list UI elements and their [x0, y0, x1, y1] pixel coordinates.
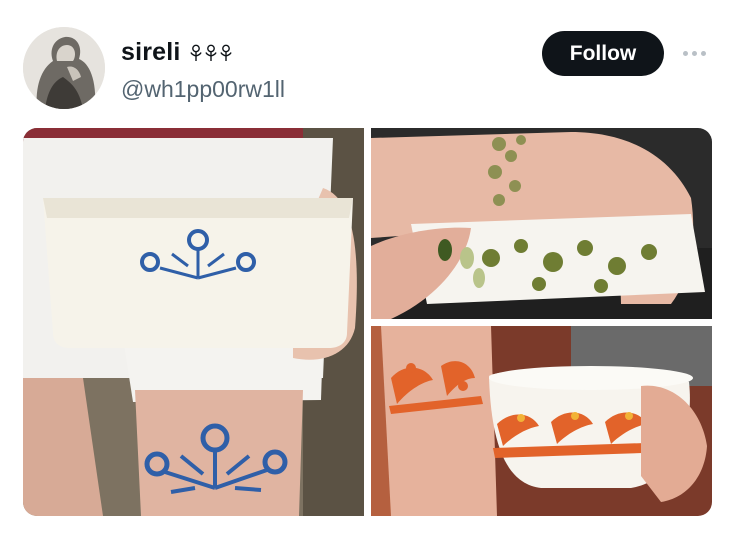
media-photo-cornflower-thigh[interactable]: [23, 128, 364, 516]
flower-emoji-icon: [204, 44, 217, 61]
name-emoji-group: [189, 44, 233, 62]
flower-emoji-icon: [189, 44, 202, 61]
photo-image: [23, 128, 364, 516]
media-grid: [23, 128, 712, 516]
media-photo-green-floral-wrist[interactable]: [371, 128, 712, 319]
photo-image: [371, 326, 712, 516]
more-dots-icon: [691, 50, 697, 56]
avatar[interactable]: [23, 27, 105, 109]
display-name[interactable]: sireli: [121, 38, 181, 67]
more-dots-icon: [700, 50, 706, 56]
more-dots-icon: [682, 50, 688, 56]
follow-button[interactable]: Follow: [542, 31, 664, 76]
flower-emoji-icon: [219, 44, 232, 61]
more-options-button[interactable]: [676, 42, 712, 64]
avatar-image: [23, 27, 105, 109]
photo-image: [371, 128, 712, 319]
tweet-post: sireli @wh1pp00rw1ll Follow: [0, 0, 735, 552]
media-photo-orange-bird-arm[interactable]: [371, 326, 712, 516]
author-name-row: sireli: [121, 38, 233, 67]
user-handle[interactable]: @wh1pp00rw1ll: [121, 76, 285, 103]
